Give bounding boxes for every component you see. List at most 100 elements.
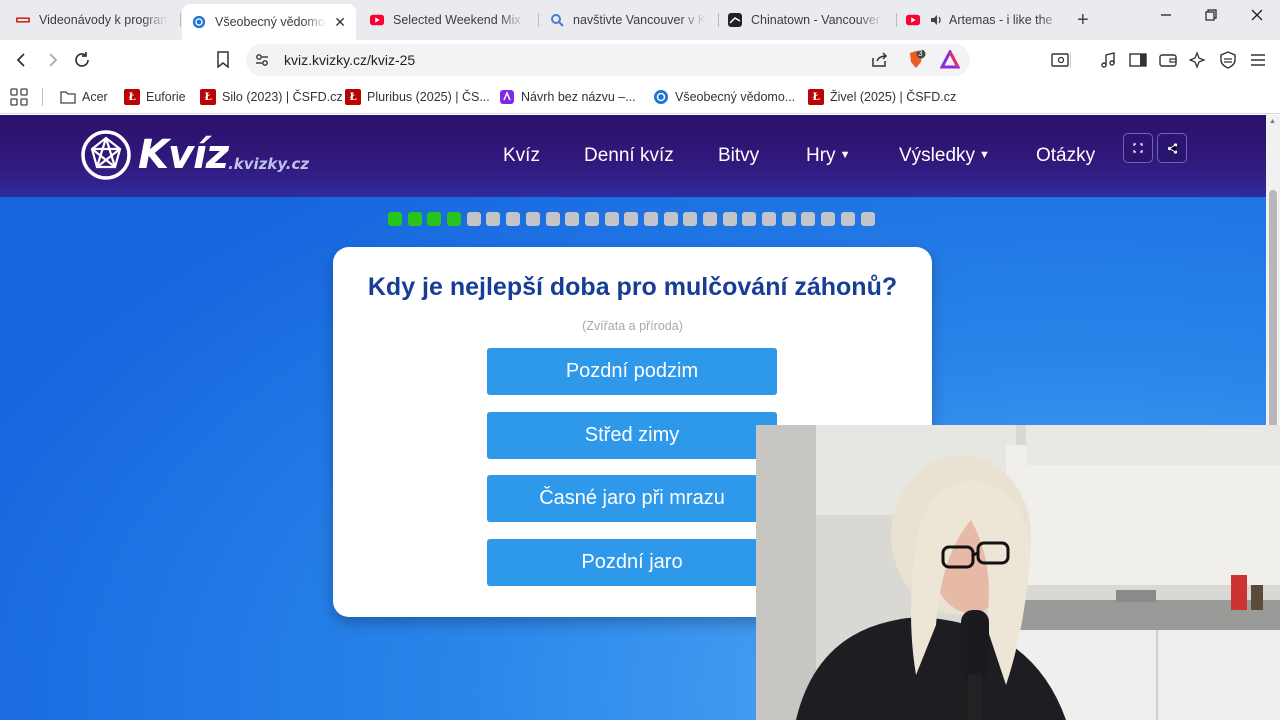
acer-favicon-icon xyxy=(16,13,30,27)
tab-videonavody[interactable]: Videonávody k program xyxy=(6,6,178,34)
progress-dot xyxy=(722,212,737,226)
music-icon[interactable] xyxy=(1096,48,1120,72)
webcam-video-image xyxy=(756,425,1280,720)
csfd-icon: Ł xyxy=(124,89,140,105)
share-nodes-icon xyxy=(1167,142,1177,154)
webcam-overlay xyxy=(756,425,1280,720)
answer-button-2[interactable]: Střed zimy xyxy=(487,412,777,459)
progress-dot xyxy=(388,212,402,226)
site-settings-icon[interactable] xyxy=(250,48,274,72)
scrollbar-thumb[interactable] xyxy=(1269,190,1277,440)
tab-separator xyxy=(538,13,539,27)
back-arrow-icon[interactable] xyxy=(10,48,34,72)
tab-title: Chinatown - Vancouver xyxy=(751,13,881,27)
speaker-icon[interactable] xyxy=(929,13,943,27)
progress-dot xyxy=(643,212,658,226)
bookmark-silo[interactable]: Ł Silo (2023) | ČSFD.cz xyxy=(200,88,343,106)
nav-hry[interactable]: Hry ▼ xyxy=(806,145,850,167)
bookmark-euforie[interactable]: Ł Euforie xyxy=(124,88,186,106)
answer-button-1[interactable]: Pozdní podzim xyxy=(487,348,777,395)
caret-down-icon: ▼ xyxy=(979,149,990,161)
toolbar-divider xyxy=(1070,52,1071,68)
canva-icon xyxy=(499,89,515,105)
site-logo[interactable]: Kvíz .kvizky.cz xyxy=(80,129,309,181)
bookmark-label: Živel (2025) | ČSFD.cz xyxy=(830,90,957,104)
apps-grid-icon[interactable] xyxy=(10,88,28,106)
youtube-favicon-icon xyxy=(370,13,384,27)
bookmark-label: Pluribus (2025) | ČS... xyxy=(367,90,490,104)
progress-dot xyxy=(604,212,619,226)
bookmark-zivel[interactable]: Ł Živel (2025) | ČSFD.cz xyxy=(808,88,956,106)
close-tab-icon[interactable]: ✕ xyxy=(334,14,346,31)
bookmark-acer[interactable]: Acer xyxy=(60,88,108,106)
forward-arrow-icon[interactable] xyxy=(40,48,64,72)
answer-button-4[interactable]: Pozdní jaro xyxy=(487,539,777,586)
progress-dot xyxy=(860,212,875,226)
leo-ai-icon[interactable] xyxy=(1186,48,1210,72)
site-navbar: Kvíz .kvizky.cz Kvíz Denní kvíz Bitvy Hr… xyxy=(0,115,1266,197)
share-button[interactable] xyxy=(1157,133,1187,163)
address-bar[interactable]: kviz.kvizky.cz/kviz-25 3 xyxy=(246,44,970,76)
wallet-icon[interactable] xyxy=(1156,48,1180,72)
restore-icon[interactable] xyxy=(1201,8,1221,26)
bookmark-pluribus[interactable]: Ł Pluribus (2025) | ČS... xyxy=(345,88,490,106)
browser-toolbar: kviz.kvizky.cz/kviz-25 3 xyxy=(0,40,1280,80)
tab-vseobecny-active[interactable]: Všeobecný vědomo ✕ xyxy=(182,4,356,40)
progress-dot xyxy=(683,212,698,226)
bookmark-label: Návrh bez názvu –... xyxy=(521,90,636,104)
kviz-favicon-icon xyxy=(192,15,206,29)
tab-title: Videonávody k program xyxy=(39,13,168,27)
reload-icon[interactable] xyxy=(70,48,94,72)
fullscreen-icon xyxy=(1133,143,1143,153)
folder-icon xyxy=(60,89,76,105)
tab-weekend-mix[interactable]: Selected Weekend Mix xyxy=(360,6,536,34)
bookmark-label: Silo (2023) | ČSFD.cz xyxy=(222,90,343,104)
brave-shields-icon[interactable]: 3 xyxy=(906,49,926,70)
progress-dot xyxy=(486,212,501,226)
reader-mode-icon[interactable] xyxy=(1048,48,1072,72)
tab-strip: Videonávody k program Všeobecný vědomo ✕… xyxy=(0,0,1280,40)
bookmark-vseobecny[interactable]: Všeobecný vědomo... xyxy=(653,88,795,106)
tab-artemas[interactable]: Artemas - i like the xyxy=(896,6,1072,34)
progress-dot xyxy=(427,212,442,226)
bookmark-label: Euforie xyxy=(146,90,186,104)
new-tab-plus-icon[interactable]: + xyxy=(1077,9,1089,32)
progress-dot xyxy=(525,212,540,226)
nav-kviz[interactable]: Kvíz xyxy=(503,145,540,167)
nav-otazky[interactable]: Otázky xyxy=(1036,145,1095,167)
aperture-logo-icon xyxy=(81,130,131,180)
sidebar-icon[interactable] xyxy=(1126,48,1150,72)
progress-dot xyxy=(821,212,836,226)
answer-button-3[interactable]: Časné jaro při mrazu xyxy=(487,475,777,522)
shields-count: 3 xyxy=(918,49,923,58)
bookmark-label: Acer xyxy=(82,90,108,104)
progress-dot xyxy=(466,212,481,226)
tab-chinatown[interactable]: Chinatown - Vancouver xyxy=(718,6,894,34)
bookmark-navrh[interactable]: Návrh bez názvu –... xyxy=(499,88,636,106)
tab-vancouver-search[interactable]: navštivte Vancouver v K xyxy=(540,6,716,34)
share-icon[interactable] xyxy=(868,48,892,72)
bookmark-icon[interactable] xyxy=(211,48,235,72)
bookmarks-divider xyxy=(42,88,43,106)
menu-icon[interactable] xyxy=(1246,48,1270,72)
brave-rewards-icon[interactable] xyxy=(939,48,961,70)
csfd-icon: Ł xyxy=(200,89,216,105)
nav-vysledky-label: Výsledky xyxy=(899,145,976,166)
vpn-shield-icon[interactable] xyxy=(1216,48,1240,72)
nav-denni-kviz[interactable]: Denní kvíz xyxy=(584,145,674,167)
minimize-icon[interactable] xyxy=(1156,8,1176,26)
tab-title: Selected Weekend Mix xyxy=(393,13,521,27)
close-window-icon[interactable] xyxy=(1247,8,1267,26)
progress-dot xyxy=(703,212,717,226)
fullscreen-button[interactable] xyxy=(1123,133,1153,163)
nav-vysledky[interactable]: Výsledky ▼ xyxy=(899,145,990,167)
progress-dot xyxy=(742,212,757,226)
progress-dot xyxy=(801,212,816,226)
tab-title: navštivte Vancouver v K xyxy=(573,13,706,27)
progress-dot xyxy=(447,212,462,226)
progress-dot xyxy=(762,212,777,226)
nav-bitvy[interactable]: Bitvy xyxy=(718,145,759,167)
progress-dot xyxy=(663,212,678,226)
scroll-up-arrow-icon[interactable]: ▲ xyxy=(1269,118,1276,125)
progress-dot xyxy=(407,212,422,226)
